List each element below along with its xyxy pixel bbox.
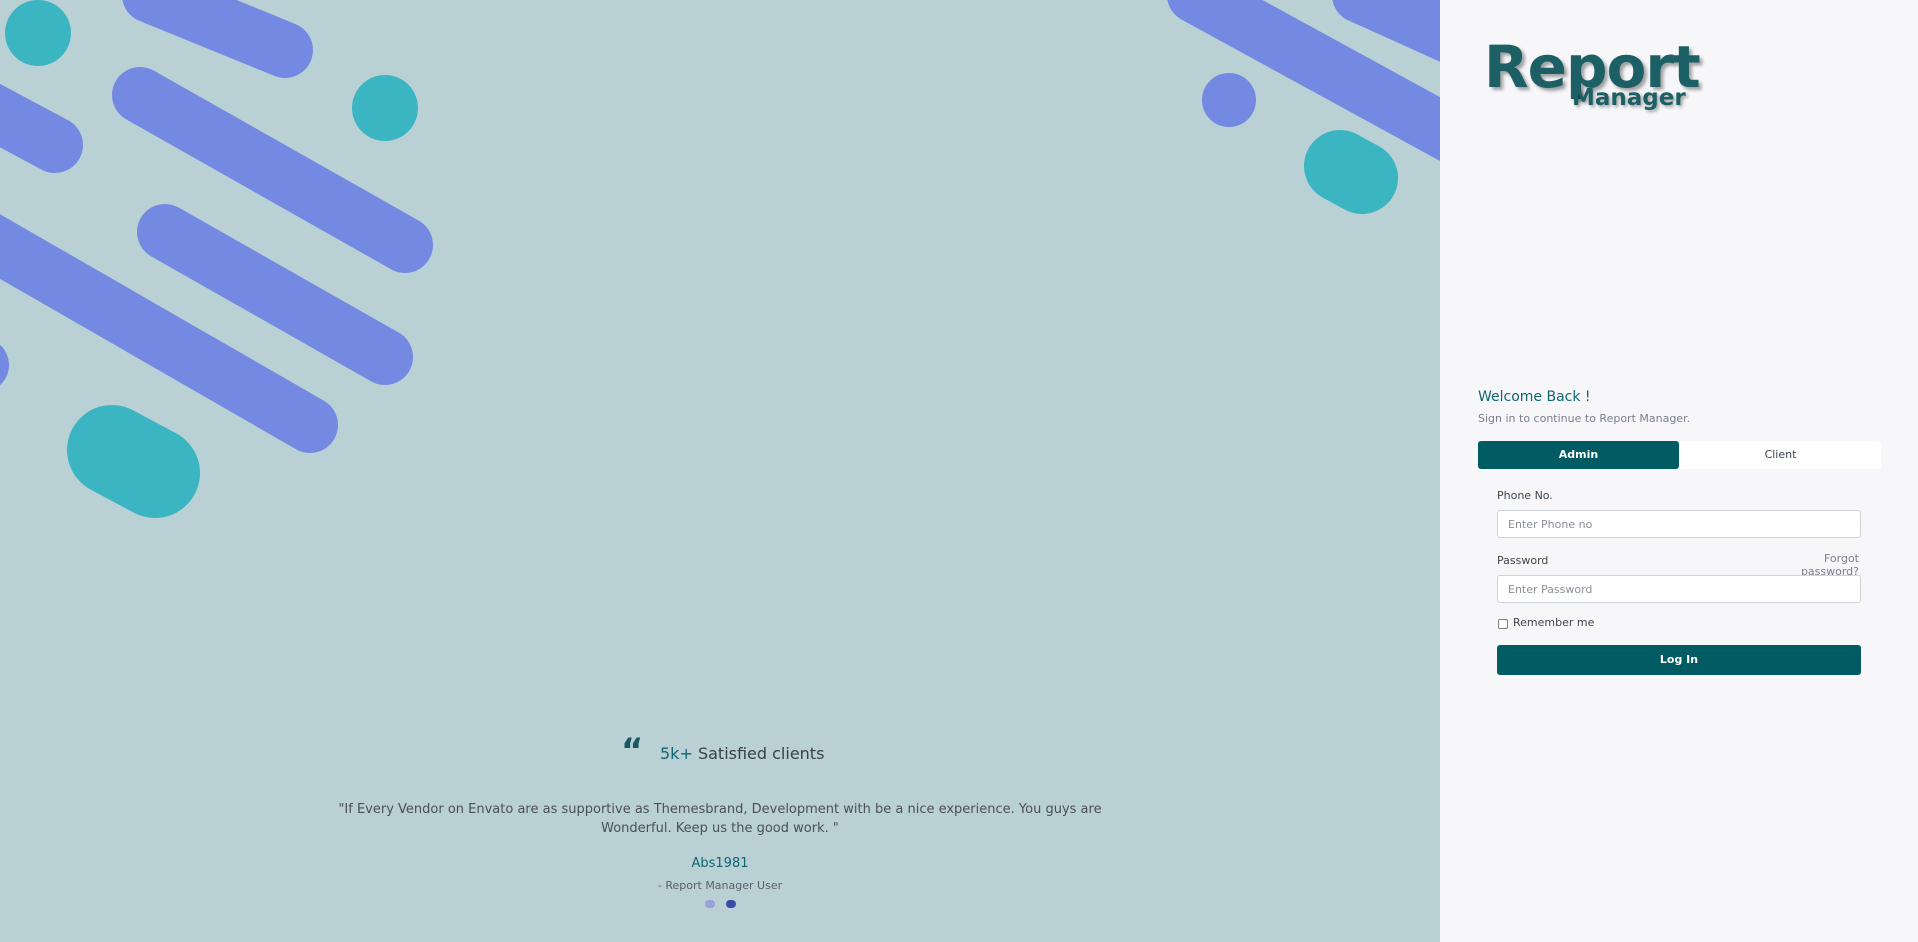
welcome-subtitle: Sign in to continue to Report Manager. [1478, 412, 1691, 425]
decor-stroke [122, 0, 313, 78]
decor-circle [352, 75, 418, 141]
carousel-dot-1[interactable] [705, 900, 715, 908]
login-button[interactable]: Log In [1497, 645, 1861, 675]
decor-stroke [0, 83, 83, 173]
phone-label: Phone No. [1497, 489, 1553, 502]
decor-stroke [67, 405, 200, 518]
decor-circle [5, 0, 71, 66]
hero-panel: “ 5k+ Satisfied clients "If Every Vendor… [0, 0, 1440, 942]
testimonial-author: Abs1981 [691, 856, 749, 871]
login-panel: Report Manager Welcome Back ! Sign in to… [1440, 0, 1918, 942]
decor-stroke [1332, 0, 1440, 62]
tab-client[interactable]: Client [1680, 441, 1881, 469]
satisfied-clients-stat: 5k+ Satisfied clients [660, 744, 824, 763]
phone-input[interactable]: Enter Phone no [1497, 510, 1861, 538]
stat-highlight: 5k+ [660, 744, 693, 763]
password-input[interactable]: Enter Password [1497, 575, 1861, 603]
remember-me-checkbox[interactable] [1498, 619, 1508, 629]
testimonial-quote: "If Every Vendor on Envato are as suppor… [338, 802, 1102, 836]
brand-logo: Report Manager [1484, 36, 1704, 116]
decor-stroke [1304, 130, 1398, 214]
role-tabs: Admin Client [1478, 441, 1881, 469]
welcome-heading: Welcome Back ! [1478, 389, 1591, 405]
remember-me-label[interactable]: Remember me [1513, 616, 1594, 629]
quote-icon: “ [621, 731, 644, 771]
carousel-dot-2[interactable] [726, 900, 736, 908]
password-label: Password [1497, 554, 1549, 567]
brand-line-2: Manager [1572, 85, 1686, 111]
decor-circle [0, 344, 9, 386]
stat-text: Satisfied clients [697, 744, 825, 763]
decor-circle [1202, 73, 1256, 127]
tab-admin[interactable]: Admin [1478, 441, 1679, 469]
testimonial-role: - Report Manager User [657, 879, 783, 892]
